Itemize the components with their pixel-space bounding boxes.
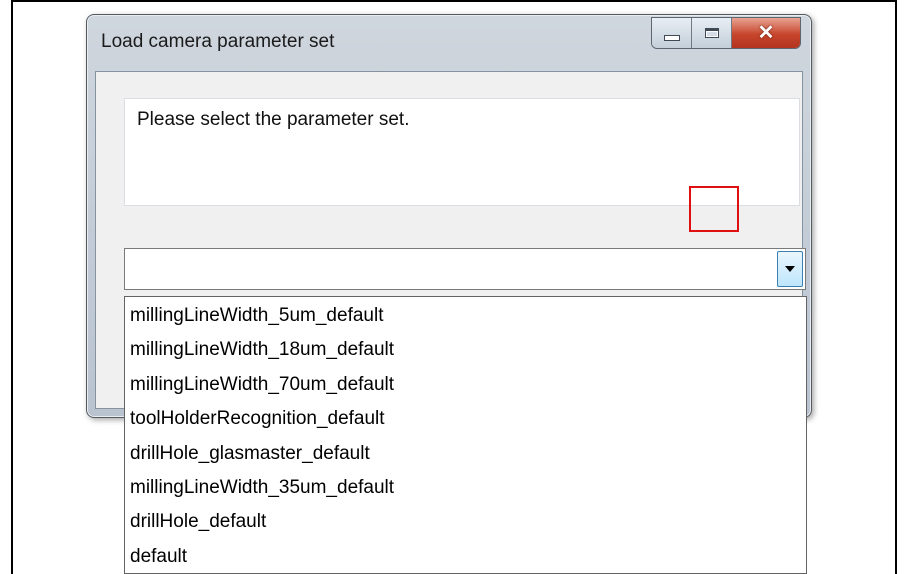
list-item[interactable]: drillHole_default	[125, 505, 806, 539]
close-button[interactable]: ✕	[732, 18, 800, 48]
list-item[interactable]: drillHole_glasmaster_default	[125, 437, 806, 471]
chevron-down-icon	[785, 266, 795, 272]
minimize-icon	[663, 35, 680, 41]
minimize-button[interactable]	[652, 18, 692, 48]
list-item[interactable]: millingLineWidth_5um_default	[125, 299, 806, 333]
parameter-set-combobox[interactable]	[124, 248, 806, 290]
list-item[interactable]: toolHolderRecognition_default	[125, 402, 806, 436]
list-item[interactable]: millingLineWidth_18um_default	[125, 333, 806, 367]
highlight-box	[689, 186, 739, 232]
list-item[interactable]: millingLineWidth_35um_default	[125, 471, 806, 505]
window-controls: ✕	[651, 17, 801, 49]
message-text: Please select the parameter set.	[137, 109, 410, 130]
window-title: Load camera parameter set	[101, 31, 335, 52]
maximize-button[interactable]	[692, 18, 732, 48]
title-bar[interactable]: Load camera parameter set ✕	[87, 15, 811, 71]
close-icon: ✕	[757, 22, 775, 44]
list-item[interactable]: millingLineWidth_70um_default	[125, 368, 806, 402]
dropdown-button[interactable]	[777, 251, 803, 287]
maximize-icon	[704, 28, 719, 38]
list-item[interactable]: default	[125, 540, 806, 574]
dropdown-list: millingLineWidth_5um_default millingLine…	[124, 296, 807, 574]
